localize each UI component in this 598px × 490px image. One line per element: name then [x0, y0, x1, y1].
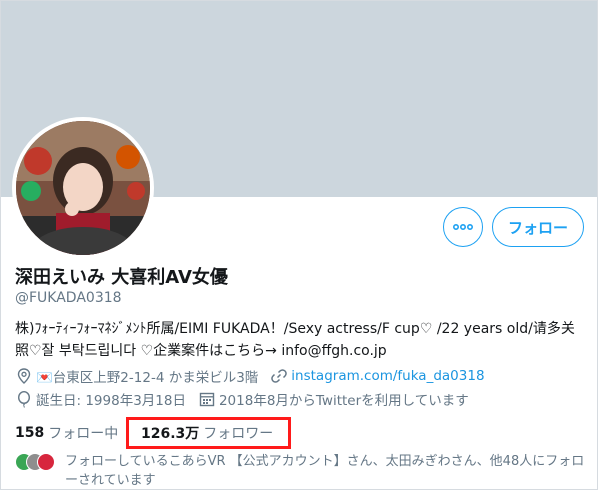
profile-bio: 株)ﾌｫｰﾃｨｰﾌｫｰﾏﾈｼﾞﾒﾝﾄ所属/EIMI FUKADA！/Sexy a… [15, 318, 585, 362]
display-name: 深田えいみ 大喜利AV女優 [15, 267, 228, 288]
more-options-button[interactable] [443, 207, 483, 247]
mutual-followers[interactable]: フォローしているこあらVR 【公式アカウント】さん、太田みぎわさん、他48人にフ… [15, 452, 590, 490]
profile-meta-row: 誕生日: 1998年3月18日 2018年8月からTwitterを利用しています [15, 389, 469, 409]
followers-stat[interactable]: 126.3万 フォロワー [126, 417, 291, 449]
mutual-avatars [15, 452, 59, 472]
profile-avatar[interactable] [12, 117, 154, 259]
follow-button[interactable]: フォロー [492, 207, 584, 247]
following-stat[interactable]: 158 フォロー中 [15, 423, 118, 443]
avatar-photo [16, 121, 150, 255]
joined-text: 2018年8月からTwitterを利用しています [218, 393, 469, 409]
location-icon [15, 367, 33, 385]
location-text: 💌台東区上野2-12-4 かま栄ビル3階 [36, 370, 259, 386]
more-horizontal-icon [453, 224, 473, 230]
bio-line: 株)ﾌｫｰﾃｨｰﾌｫｰﾏﾈｼﾞﾒﾝﾄ所属/EIMI FUKADA！/Sexy a… [15, 321, 575, 337]
link-icon [270, 367, 288, 385]
following-count: 158 [15, 425, 45, 441]
user-handle: @FUKADA0318 [15, 290, 122, 306]
profile-meta-row: 💌台東区上野2-12-4 かま栄ビル3階 instagram.com/fuka_… [15, 366, 485, 386]
mutual-avatar [37, 453, 55, 471]
website-link[interactable]: instagram.com/fuka_da0318 [291, 368, 484, 384]
followers-label: フォロワー [203, 426, 274, 442]
bio-line: 照♡잘 부탁드립니다 ♡企業案件はこちら→ info@ffgh.co.jp [15, 343, 387, 359]
mutual-followers-text: フォローしているこあらVR 【公式アカウント】さん、太田みぎわさん、他48人にフ… [65, 454, 585, 488]
following-label: フォロー中 [48, 426, 119, 442]
followers-count: 126.3万 [141, 426, 200, 442]
birthday-text: 誕生日: 1998年3月18日 [36, 393, 186, 409]
calendar-icon [198, 390, 216, 408]
balloon-icon [15, 390, 33, 408]
